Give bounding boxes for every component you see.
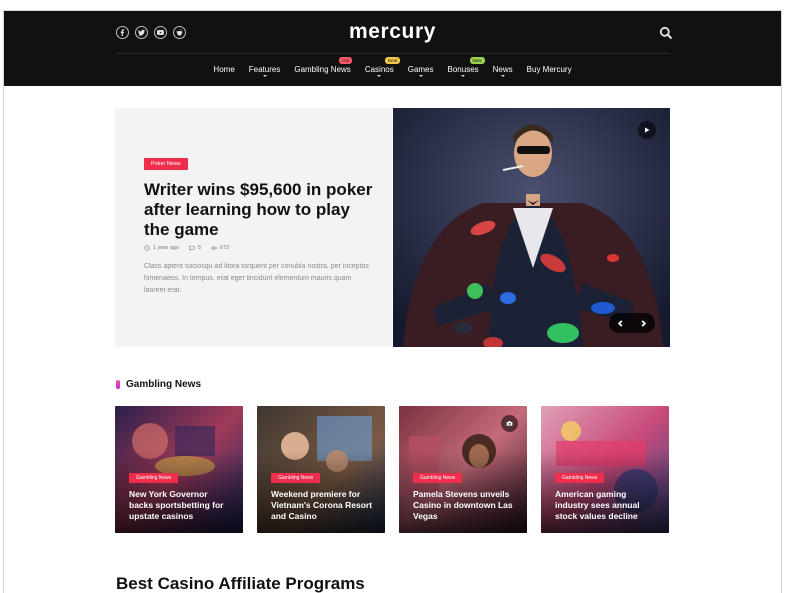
page-frame: mercury Home Features Gambling News Hot … <box>3 10 782 593</box>
nav-casinos-label: Casinos <box>364 65 394 74</box>
hot-badge: Hot <box>339 57 353 64</box>
featured-post-content: Poker News Writer wins $95,600 in poker … <box>115 108 392 347</box>
nav-bonuses-label: Bonuses <box>447 65 479 74</box>
card-title[interactable]: Pamela Stevens unveils Casino in downtow… <box>413 489 517 522</box>
caret-down-icon <box>418 75 423 77</box>
nav-games-label: Games <box>407 65 434 74</box>
caret-down-icon <box>377 75 382 77</box>
featured-post-image[interactable] <box>393 108 670 347</box>
category-badge[interactable]: Gambling News <box>555 473 605 483</box>
card-title[interactable]: Weekend premiere for Vietnam's Corona Re… <box>271 489 375 522</box>
section-header: Gambling News <box>116 379 201 390</box>
deal-badge: Deal <box>384 57 401 64</box>
nav-features[interactable]: Features <box>248 65 281 77</box>
caret-down-icon <box>262 75 267 77</box>
news-card[interactable]: Gambling News American gaming industry s… <box>541 406 669 533</box>
section-marker-icon <box>116 380 120 389</box>
caret-down-icon <box>461 75 466 77</box>
eye-icon <box>211 246 218 250</box>
section-title[interactable]: Gambling News <box>126 379 201 390</box>
nav-bonuses[interactable]: Bonuses New <box>447 57 485 77</box>
news-card[interactable]: Gambling News New York Governor backs sp… <box>115 406 243 533</box>
featured-post: Poker News Writer wins $95,600 in poker … <box>115 108 670 347</box>
news-card[interactable]: Gambling News Weekend premiere for Vietn… <box>257 406 385 533</box>
camera-icon[interactable] <box>501 415 518 432</box>
comment-icon <box>189 245 195 251</box>
post-time-text: 1 year ago <box>153 245 179 251</box>
nav-buy-mercury[interactable]: Buy Mercury <box>527 65 572 74</box>
nav-features-label: Features <box>248 65 281 74</box>
nav-casinos[interactable]: Casinos Deal <box>364 57 401 77</box>
card-title[interactable]: American gaming industry sees annual sto… <box>555 489 659 522</box>
poker-player-image <box>393 108 670 347</box>
card-title[interactable]: New York Governor backs sportsbetting fo… <box>129 489 233 522</box>
nav-news[interactable]: News <box>492 65 513 77</box>
category-badge[interactable]: Gambling News <box>413 473 463 483</box>
post-views-count: 672 <box>220 245 230 251</box>
chevron-left-icon[interactable] <box>617 319 624 327</box>
chevron-right-icon[interactable] <box>640 319 647 327</box>
nav-buy-mercury-label: Buy Mercury <box>526 65 572 74</box>
nav-home-label: Home <box>213 65 235 74</box>
post-comments-count: 5 <box>198 245 202 251</box>
clock-icon <box>144 245 150 251</box>
post-meta: 1 year ago 5 672 <box>144 245 229 251</box>
new-badge: New <box>469 57 485 64</box>
slider-controls <box>609 313 655 333</box>
section-heading-affiliate[interactable]: Best Casino Affiliate Programs <box>116 574 365 593</box>
caret-down-icon <box>500 75 505 77</box>
nav-games[interactable]: Games <box>407 65 434 77</box>
nav-gambling-news[interactable]: Gambling News Hot <box>294 57 353 74</box>
category-badge[interactable]: Gambling News <box>271 473 321 483</box>
main-navigation: Home Features Gambling News Hot Casinos … <box>4 57 781 77</box>
post-comments[interactable]: 5 <box>189 245 201 251</box>
post-time: 1 year ago <box>144 245 179 251</box>
featured-post-excerpt: Class aptent sociosqu ad litora torquent… <box>144 263 369 294</box>
nav-home[interactable]: Home <box>213 65 234 74</box>
nav-news-label: News <box>492 65 513 74</box>
search-icon[interactable] <box>659 26 673 40</box>
nav-gambling-news-label: Gambling News <box>294 65 351 74</box>
header-divider <box>116 53 670 54</box>
category-badge[interactable]: Poker News <box>144 158 188 170</box>
site-header: mercury Home Features Gambling News Hot … <box>4 11 781 86</box>
featured-post-title[interactable]: Writer wins $95,600 in poker after learn… <box>144 180 379 240</box>
news-cards: Gambling News New York Governor backs sp… <box>115 406 669 533</box>
play-icon[interactable] <box>638 121 656 139</box>
post-views: 672 <box>211 245 229 251</box>
news-card[interactable]: Gambling News Pamela Stevens unveils Cas… <box>399 406 527 533</box>
category-badge[interactable]: Gambling News <box>129 473 179 483</box>
